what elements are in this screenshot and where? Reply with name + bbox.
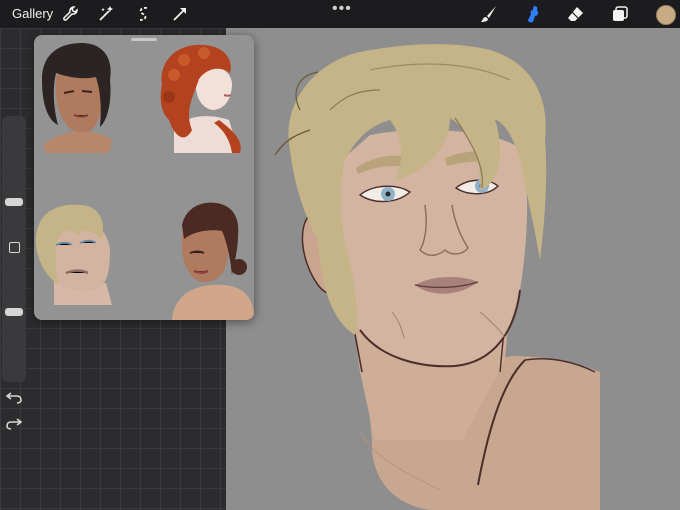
left-sidebar xyxy=(2,116,26,430)
thumbnail-woman-bun xyxy=(172,202,254,320)
selection-icon[interactable] xyxy=(134,4,154,24)
magic-wand-icon[interactable] xyxy=(96,4,116,24)
portrait-artwork xyxy=(274,44,600,510)
drawing-canvas[interactable] xyxy=(226,28,680,510)
panel-grab-handle[interactable] xyxy=(131,38,157,41)
thumbnail-dark-hair xyxy=(42,43,112,153)
gallery-button[interactable]: Gallery xyxy=(12,6,53,21)
opacity-slider[interactable] xyxy=(5,308,23,316)
thumbnail-red-hair xyxy=(160,44,241,153)
brush-size-slider[interactable] xyxy=(5,198,23,206)
smudge-icon[interactable] xyxy=(523,4,543,24)
brush-icon[interactable] xyxy=(479,4,499,24)
reference-image xyxy=(35,43,254,320)
reference-panel[interactable] xyxy=(34,35,254,320)
more-options-button[interactable]: ••• xyxy=(332,0,352,18)
modify-button[interactable] xyxy=(9,242,20,253)
thumbnail-blond-man xyxy=(35,204,112,305)
top-toolbar: Gallery ••• xyxy=(0,0,680,28)
wrench-icon[interactable] xyxy=(60,4,80,24)
layers-icon[interactable] xyxy=(610,4,630,24)
redo-icon[interactable] xyxy=(5,416,23,430)
undo-icon[interactable] xyxy=(5,390,23,404)
current-color-button[interactable] xyxy=(656,5,676,25)
eraser-icon[interactable] xyxy=(566,4,586,24)
transform-arrow-icon[interactable] xyxy=(170,4,190,24)
